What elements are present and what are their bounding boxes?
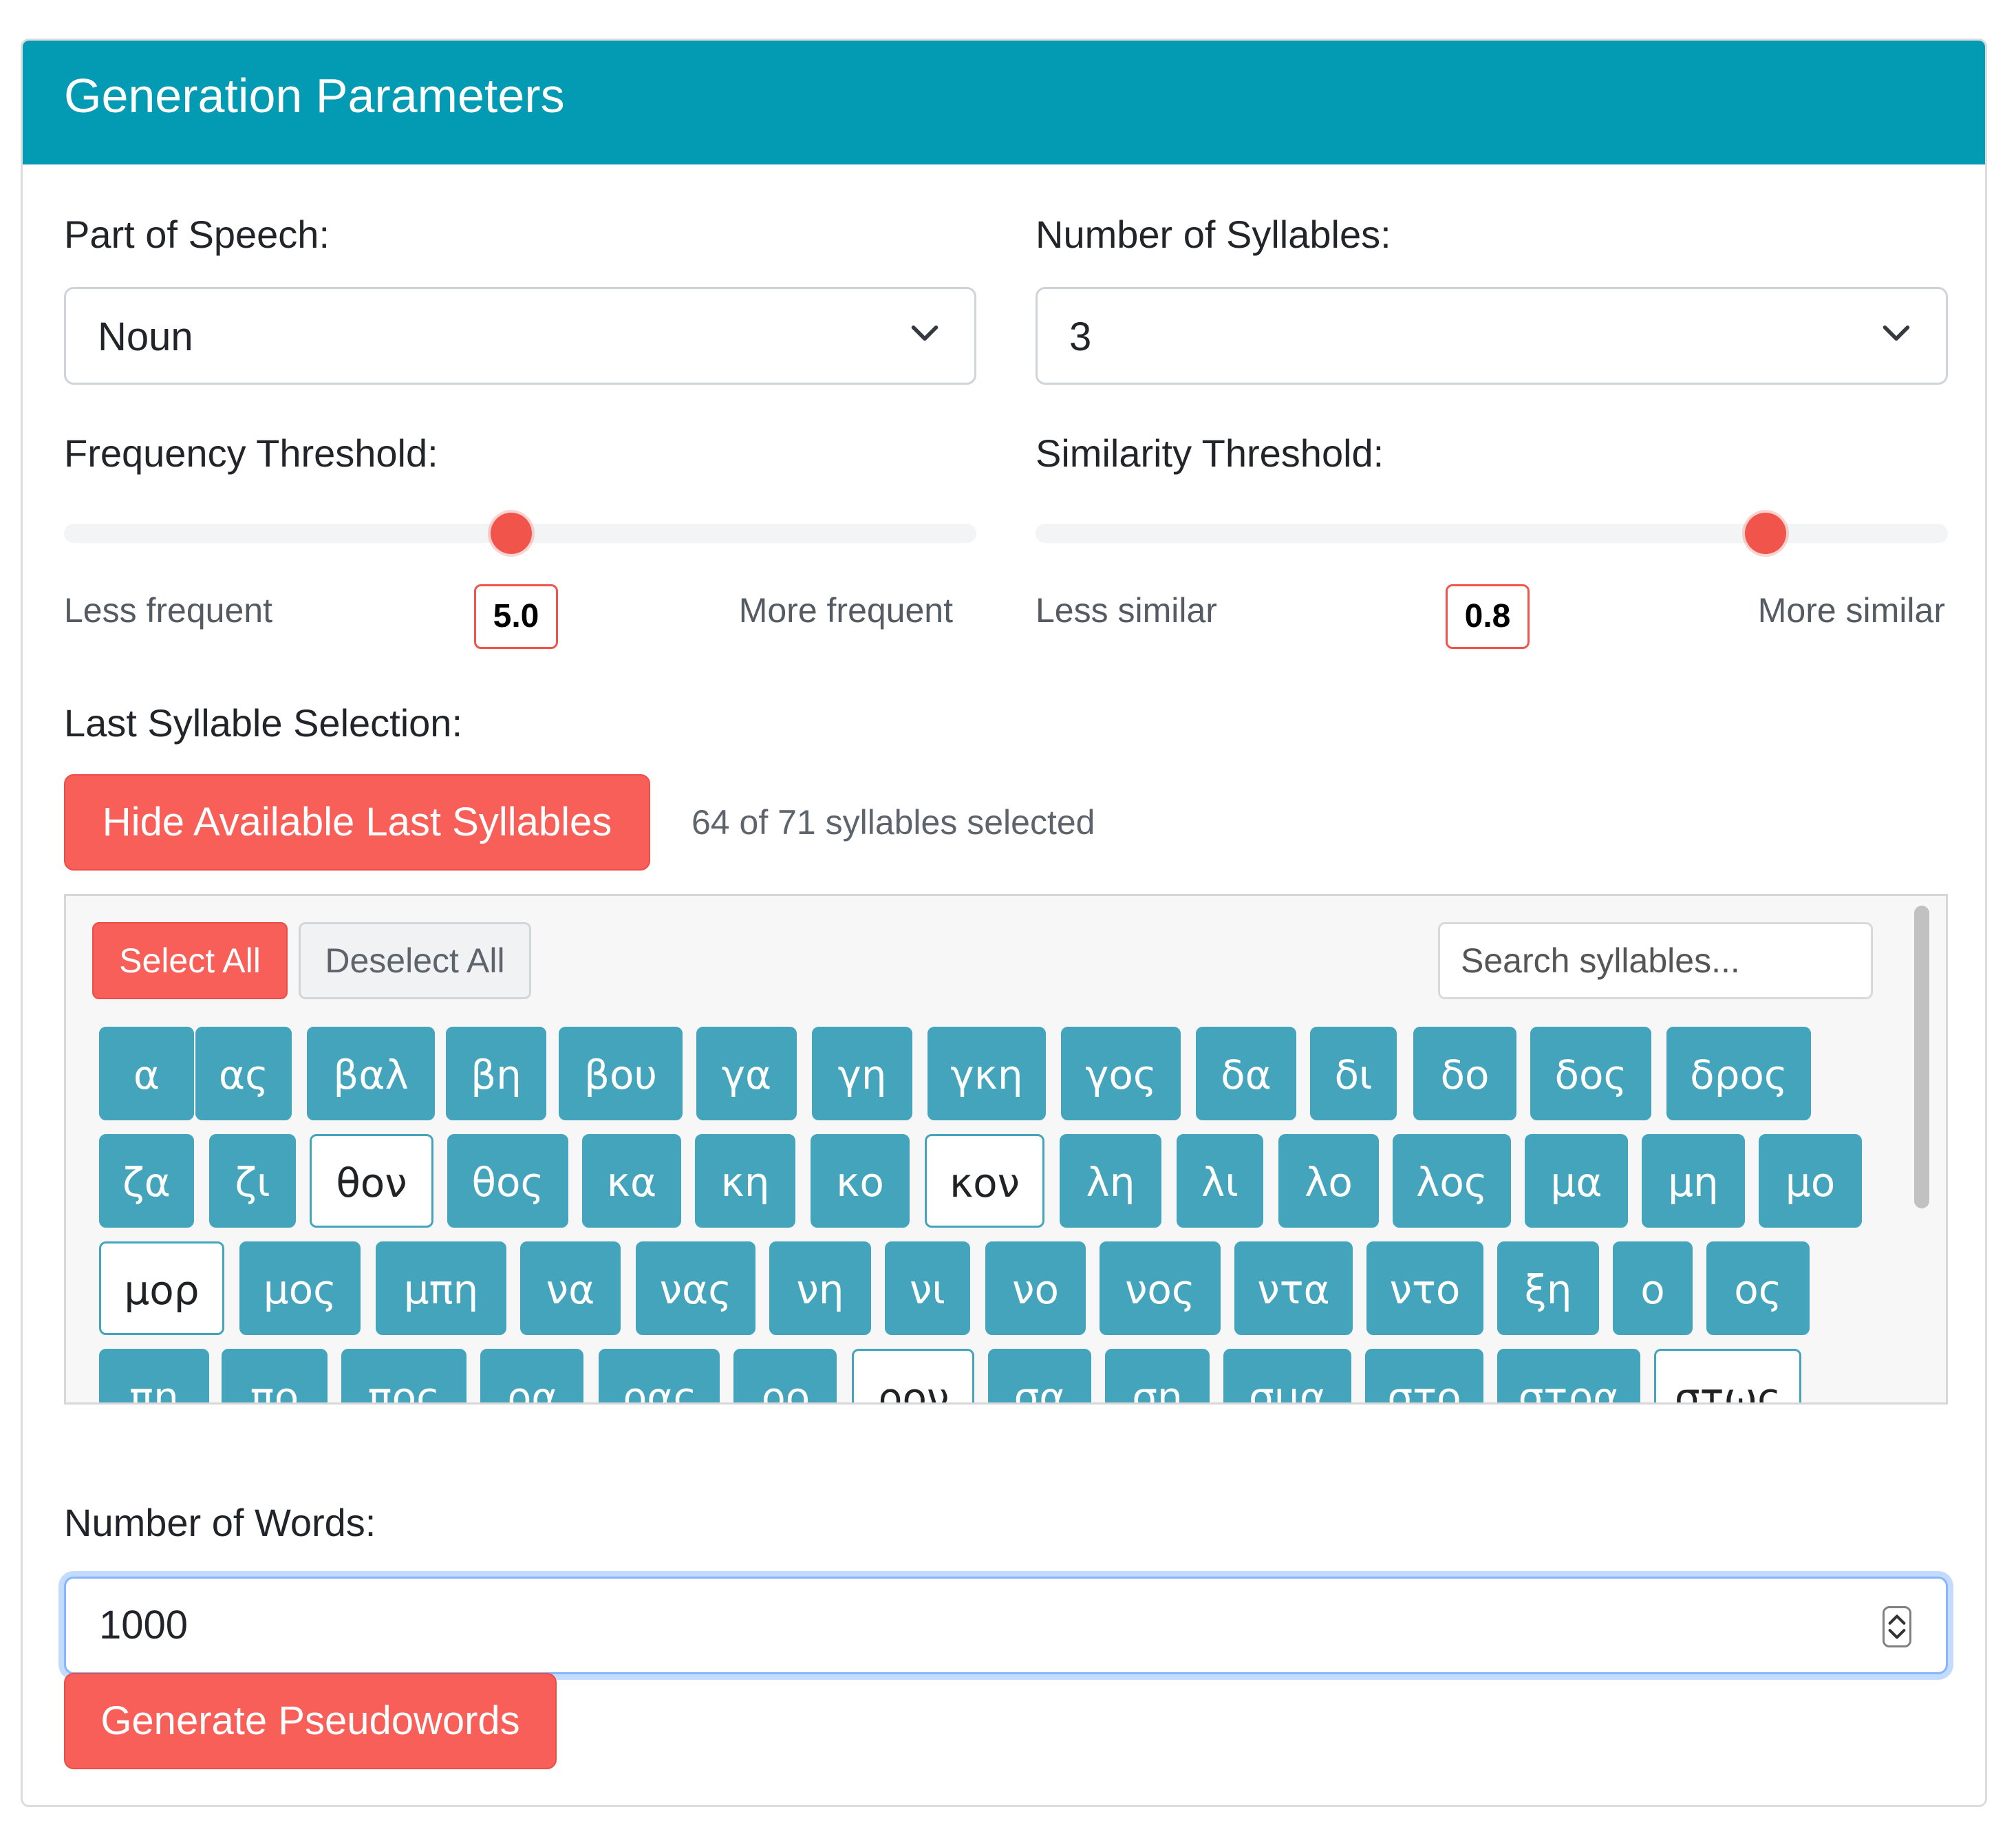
syllable-chip[interactable]: λος xyxy=(1393,1134,1511,1228)
chevron-down-icon xyxy=(911,325,939,341)
syllable-chip[interactable]: ο xyxy=(1613,1241,1693,1335)
syllable-chip[interactable]: δα xyxy=(1196,1027,1296,1120)
syllable-chip[interactable]: γκη xyxy=(927,1027,1046,1120)
generation-parameters-card: Generation Parameters Part of Speech: No… xyxy=(21,39,1987,1807)
syllable-chip[interactable]: ρα xyxy=(480,1349,583,1402)
part-of-speech-label: Part of Speech: xyxy=(64,213,330,256)
chevron-down-icon xyxy=(1883,325,1910,341)
last-syllable-selection-label: Last Syllable Selection: xyxy=(64,701,463,745)
syllable-chip[interactable]: μη xyxy=(1642,1134,1745,1228)
frequency-slider-track[interactable] xyxy=(64,513,976,554)
syllable-chip[interactable]: βαλ xyxy=(307,1027,435,1120)
syllable-chip[interactable]: πο xyxy=(222,1349,328,1402)
syllable-chip[interactable]: νος xyxy=(1100,1241,1221,1335)
syllable-chip[interactable]: ζι xyxy=(209,1134,296,1228)
syllable-chip[interactable]: κη xyxy=(695,1134,795,1228)
syllable-chip-unselected[interactable]: θον xyxy=(310,1134,433,1228)
syllable-chip[interactable]: ντα xyxy=(1234,1241,1353,1335)
frequency-threshold-label: Frequency Threshold: xyxy=(64,431,438,475)
panel-scrollbar[interactable] xyxy=(1914,906,1929,1208)
syllable-chip[interactable]: δο xyxy=(1413,1027,1516,1120)
part-of-speech-select[interactable]: Noun xyxy=(64,287,976,385)
syllable-chip[interactable]: γη xyxy=(812,1027,912,1120)
syllable-chip[interactable]: νη xyxy=(769,1241,871,1335)
number-of-words-input[interactable]: 1000 xyxy=(64,1577,1948,1674)
card-title: Generation Parameters xyxy=(64,69,565,122)
syllable-chip[interactable]: νας xyxy=(636,1241,755,1335)
frequency-min-label: Less frequent xyxy=(64,591,272,630)
syllable-chip[interactable]: λη xyxy=(1060,1134,1161,1228)
syllable-chip[interactable]: ρας xyxy=(599,1349,720,1402)
syllable-chip[interactable]: ξη xyxy=(1497,1241,1599,1335)
syllable-chip[interactable]: ρο xyxy=(733,1349,837,1402)
number-of-words-value: 1000 xyxy=(99,1603,189,1647)
syllable-chip-unselected[interactable]: κον xyxy=(925,1134,1044,1228)
syllable-chip[interactable]: δρος xyxy=(1666,1027,1811,1120)
syllable-chip[interactable]: βη xyxy=(446,1027,546,1120)
syllable-chip[interactable]: ντο xyxy=(1366,1241,1483,1335)
number-of-syllables-label: Number of Syllables: xyxy=(1036,213,1391,256)
similarity-max-label: More similar xyxy=(1757,591,1945,630)
select-all-button[interactable]: Select All xyxy=(92,922,288,999)
syllable-chip[interactable]: μα xyxy=(1525,1134,1628,1228)
frequency-max-label: More frequent xyxy=(738,591,953,630)
number-spinner-icon[interactable] xyxy=(1883,1606,1911,1647)
syllable-chip[interactable]: ος xyxy=(1706,1241,1810,1335)
card-header: Generation Parameters xyxy=(23,41,1985,164)
syllable-chip[interactable]: νι xyxy=(885,1241,970,1335)
syllable-chip-unselected[interactable]: μορ xyxy=(99,1241,224,1335)
syllable-chip[interactable]: μος xyxy=(239,1241,361,1335)
syllable-chip[interactable]: γος xyxy=(1061,1027,1181,1120)
similarity-value-badge: 0.8 xyxy=(1446,584,1530,649)
syllable-chip[interactable]: να xyxy=(520,1241,621,1335)
search-syllables-input[interactable] xyxy=(1438,922,1873,999)
frequency-value-badge: 5.0 xyxy=(474,584,558,649)
generate-pseudowords-button[interactable]: Generate Pseudowords xyxy=(64,1673,557,1769)
syllable-chip[interactable]: κο xyxy=(811,1134,910,1228)
number-of-syllables-value: 3 xyxy=(1069,314,1092,359)
syllable-chip[interactable]: ση xyxy=(1105,1349,1210,1402)
syllable-chip[interactable]: νο xyxy=(985,1241,1086,1335)
similarity-threshold-label: Similarity Threshold: xyxy=(1036,431,1384,475)
syllable-chip[interactable]: δι xyxy=(1310,1027,1397,1120)
syllable-chip[interactable]: μπη xyxy=(376,1241,506,1335)
syllable-chip[interactable]: πη xyxy=(99,1349,209,1402)
syllable-chip[interactable]: θος xyxy=(447,1134,568,1228)
syllable-chip[interactable]: κα xyxy=(582,1134,681,1228)
syllable-chip[interactable]: στο xyxy=(1365,1349,1483,1402)
deselect-all-button[interactable]: Deselect All xyxy=(299,922,531,999)
similarity-min-label: Less similar xyxy=(1036,591,1217,630)
syllable-chip[interactable]: λι xyxy=(1177,1134,1263,1228)
number-of-words-label: Number of Words: xyxy=(64,1501,376,1544)
syllable-chip[interactable]: βου xyxy=(559,1027,683,1120)
syllable-chip[interactable]: α xyxy=(99,1027,194,1120)
similarity-slider-track[interactable] xyxy=(1036,513,1948,554)
syllable-chip[interactable]: μο xyxy=(1759,1134,1862,1228)
hide-last-syllables-button[interactable]: Hide Available Last Syllables xyxy=(64,774,650,871)
syllable-chip[interactable]: πος xyxy=(341,1349,467,1402)
syllable-chip[interactable]: σμα xyxy=(1223,1349,1351,1402)
frequency-slider-thumb[interactable] xyxy=(490,513,532,554)
syllable-selection-panel[interactable]: Select All Deselect All α ας βαλ βη βου … xyxy=(64,894,1948,1405)
syllable-chip[interactable]: σα xyxy=(988,1349,1091,1402)
syllable-chip[interactable]: λο xyxy=(1278,1134,1379,1228)
similarity-slider-thumb[interactable] xyxy=(1744,513,1786,554)
number-of-syllables-select[interactable]: 3 xyxy=(1036,287,1948,385)
syllable-chip[interactable]: γα xyxy=(696,1027,797,1120)
syllable-chip[interactable]: ας xyxy=(195,1027,292,1120)
syllable-chip-unselected[interactable]: στως xyxy=(1654,1349,1801,1402)
syllable-chip-unselected[interactable]: ρον xyxy=(852,1349,974,1402)
syllable-chip[interactable]: δος xyxy=(1530,1027,1651,1120)
syllable-chip[interactable]: στρα xyxy=(1497,1349,1640,1402)
syllable-chip[interactable]: ζα xyxy=(99,1134,194,1228)
syllables-selected-count: 64 of 71 syllables selected xyxy=(691,803,1095,842)
part-of-speech-value: Noun xyxy=(98,314,193,359)
